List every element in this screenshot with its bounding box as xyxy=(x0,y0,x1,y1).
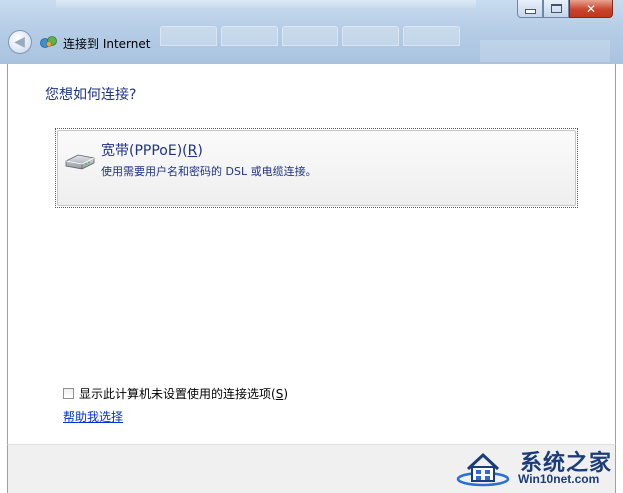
page-question: 您想如何连接? xyxy=(45,87,137,103)
show-options-checkbox[interactable] xyxy=(63,388,74,399)
house-logo-icon xyxy=(456,452,510,487)
background-window-strip xyxy=(56,0,476,8)
minimize-icon xyxy=(524,8,536,14)
modem-icon xyxy=(65,154,95,170)
network-connection-icon xyxy=(40,36,57,48)
close-icon: ✕ xyxy=(585,1,597,16)
background-window-ghost xyxy=(480,40,610,62)
background-window-tabs xyxy=(160,26,460,46)
back-button[interactable]: ◀ xyxy=(8,30,32,54)
caption-buttons: ✕ xyxy=(517,0,613,18)
watermark-site: Win10net.com xyxy=(518,472,600,486)
option-broadband-pppoe[interactable]: 宽带(PPPoE)(R) 使用需要用户名和密码的 DSL 或电缆连接。 xyxy=(55,128,578,208)
option-title-text: 宽带(PPPoE)( xyxy=(101,143,188,159)
close-button[interactable]: ✕ xyxy=(569,0,613,18)
option-description: 使用需要用户名和密码的 DSL 或电缆连接。 xyxy=(101,165,317,178)
option-title-mnemonic: R xyxy=(187,143,198,159)
maximize-icon xyxy=(550,4,562,13)
title-bar: ✕ ◀ 连接到 Internet xyxy=(0,0,623,64)
option-card-inner: 宽带(PPPoE)(R) 使用需要用户名和密码的 DSL 或电缆连接。 xyxy=(57,130,576,206)
show-options-checkbox-label[interactable]: 显示此计算机未设置使用的连接选项(S) xyxy=(79,385,288,402)
checkbox-label-text: 显示此计算机未设置使用的连接选项( xyxy=(79,387,276,401)
back-arrow-icon: ◀ xyxy=(14,34,25,50)
watermark: 系统之家 Win10net.com xyxy=(450,443,623,493)
wizard-content: 您想如何连接? 宽带(PPPoE)(R) 使用需要用户名和密码的 DSL 或电缆… xyxy=(7,64,616,444)
option-title: 宽带(PPPoE)(R) xyxy=(101,140,203,160)
maximize-button[interactable] xyxy=(543,0,569,18)
help-me-choose-link[interactable]: 帮助我选择 xyxy=(63,408,123,425)
minimize-button[interactable] xyxy=(517,0,543,18)
option-title-end: ) xyxy=(197,143,203,159)
show-options-checkbox-row[interactable]: 显示此计算机未设置使用的连接选项(S) xyxy=(63,385,288,402)
window-title: 连接到 Internet xyxy=(63,37,151,51)
checkbox-label-end: ) xyxy=(283,387,288,401)
